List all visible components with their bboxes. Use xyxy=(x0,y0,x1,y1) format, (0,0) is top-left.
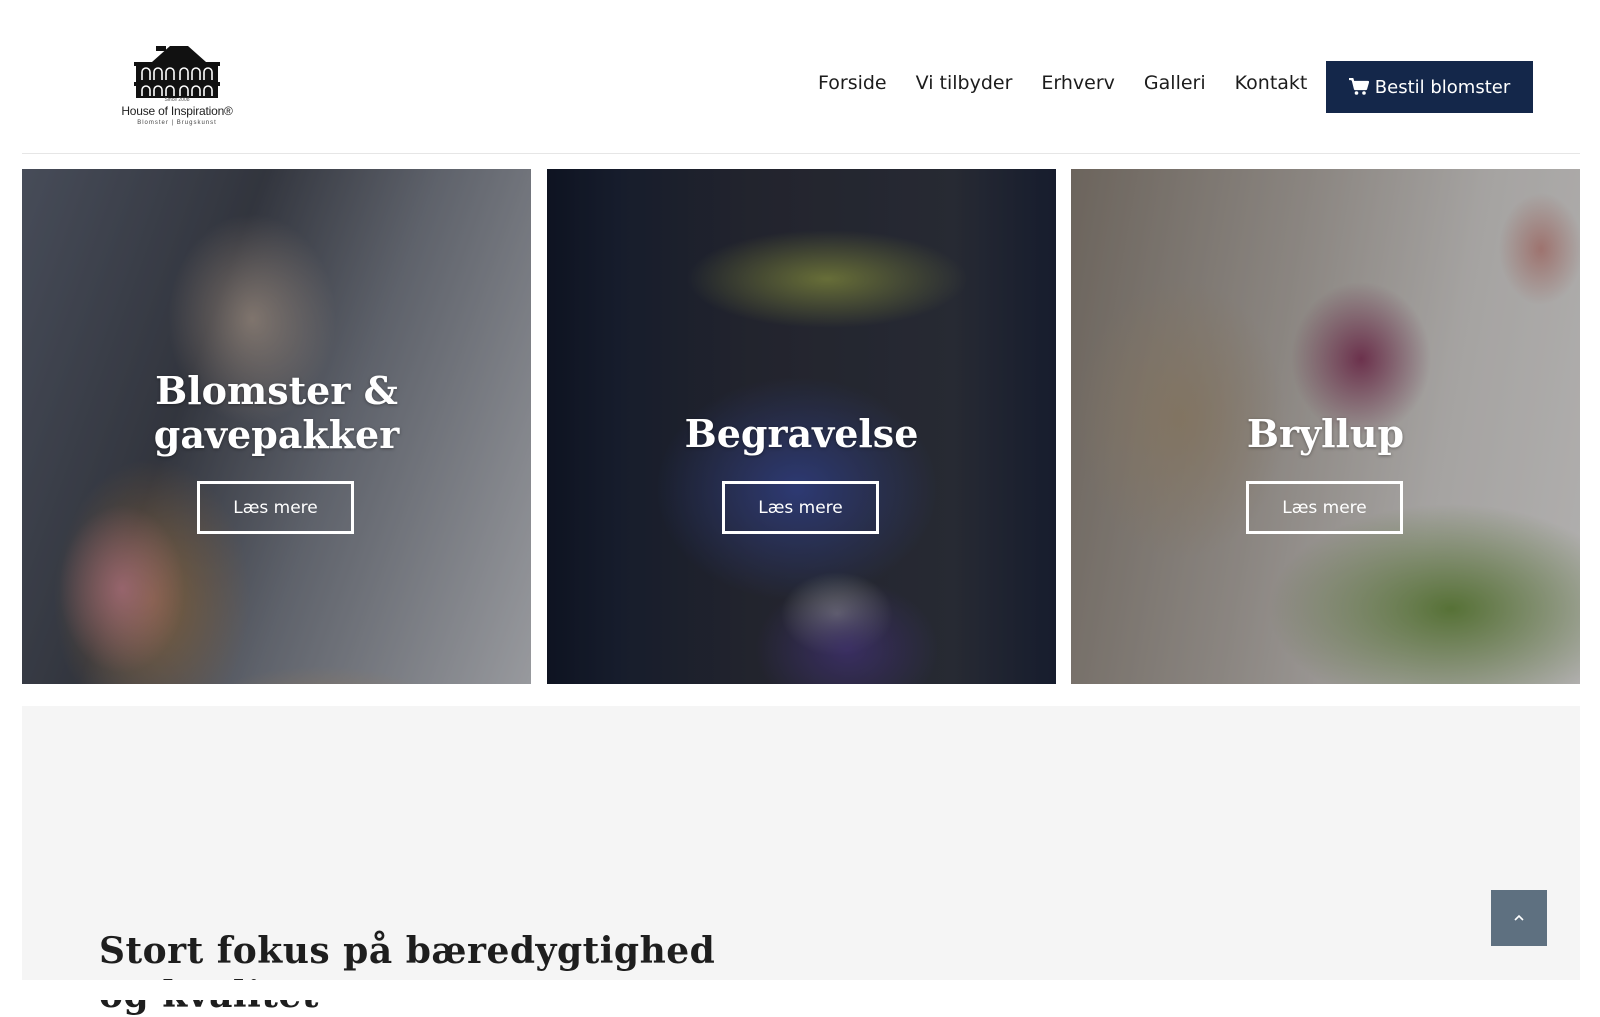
nav-item-erhverv[interactable]: Erhverv xyxy=(1041,72,1115,94)
tile-flowers-gifts[interactable]: Blomster & gavepakker Læs mere xyxy=(22,169,531,684)
tile-title: Bryllup xyxy=(1246,411,1405,456)
tile-wedding[interactable]: Bryllup Læs mere xyxy=(1071,169,1580,684)
nav-item-galleri[interactable]: Galleri xyxy=(1144,72,1206,94)
logo-name: House of Inspiration® xyxy=(121,104,233,118)
scroll-to-top-button[interactable] xyxy=(1491,890,1547,946)
read-more-button[interactable]: Læs mere xyxy=(197,481,354,534)
tile-title: Blomster & gavepakker xyxy=(153,368,400,457)
tile-title: Begravelse xyxy=(684,411,919,456)
house-logo-icon xyxy=(134,46,220,98)
section-heading: Stort fokus på bæredygtighed og kvalitet xyxy=(99,930,716,1016)
main-nav: Forside Vi tilbyder Erhverv Galleri Kont… xyxy=(818,72,1336,94)
logo-tagline: Blomster | Brugskunst xyxy=(137,120,217,126)
site-header: Since 2008 House of Inspiration® Blomste… xyxy=(0,0,1600,154)
viewport-bottom-band xyxy=(0,980,1600,1000)
shopping-cart-icon xyxy=(1348,78,1369,95)
logo-since: Since 2008 xyxy=(164,97,190,103)
chevron-up-icon xyxy=(1514,914,1524,921)
header-divider xyxy=(22,153,1580,154)
nav-item-kontakt[interactable]: Kontakt xyxy=(1235,72,1308,94)
order-flowers-button[interactable]: Bestil blomster xyxy=(1326,61,1533,113)
sustainability-section: Stort fokus på bæredygtighed og kvalitet xyxy=(22,706,1580,1016)
read-more-button[interactable]: Læs mere xyxy=(1246,481,1403,534)
read-more-button[interactable]: Læs mere xyxy=(722,481,879,534)
tile-funeral[interactable]: Begravelse Læs mere xyxy=(547,169,1056,684)
nav-item-vi-tilbyder[interactable]: Vi tilbyder xyxy=(916,72,1013,94)
order-flowers-label: Bestil blomster xyxy=(1374,76,1511,98)
logo[interactable]: Since 2008 House of Inspiration® Blomste… xyxy=(112,44,242,134)
nav-item-forside[interactable]: Forside xyxy=(818,72,887,94)
